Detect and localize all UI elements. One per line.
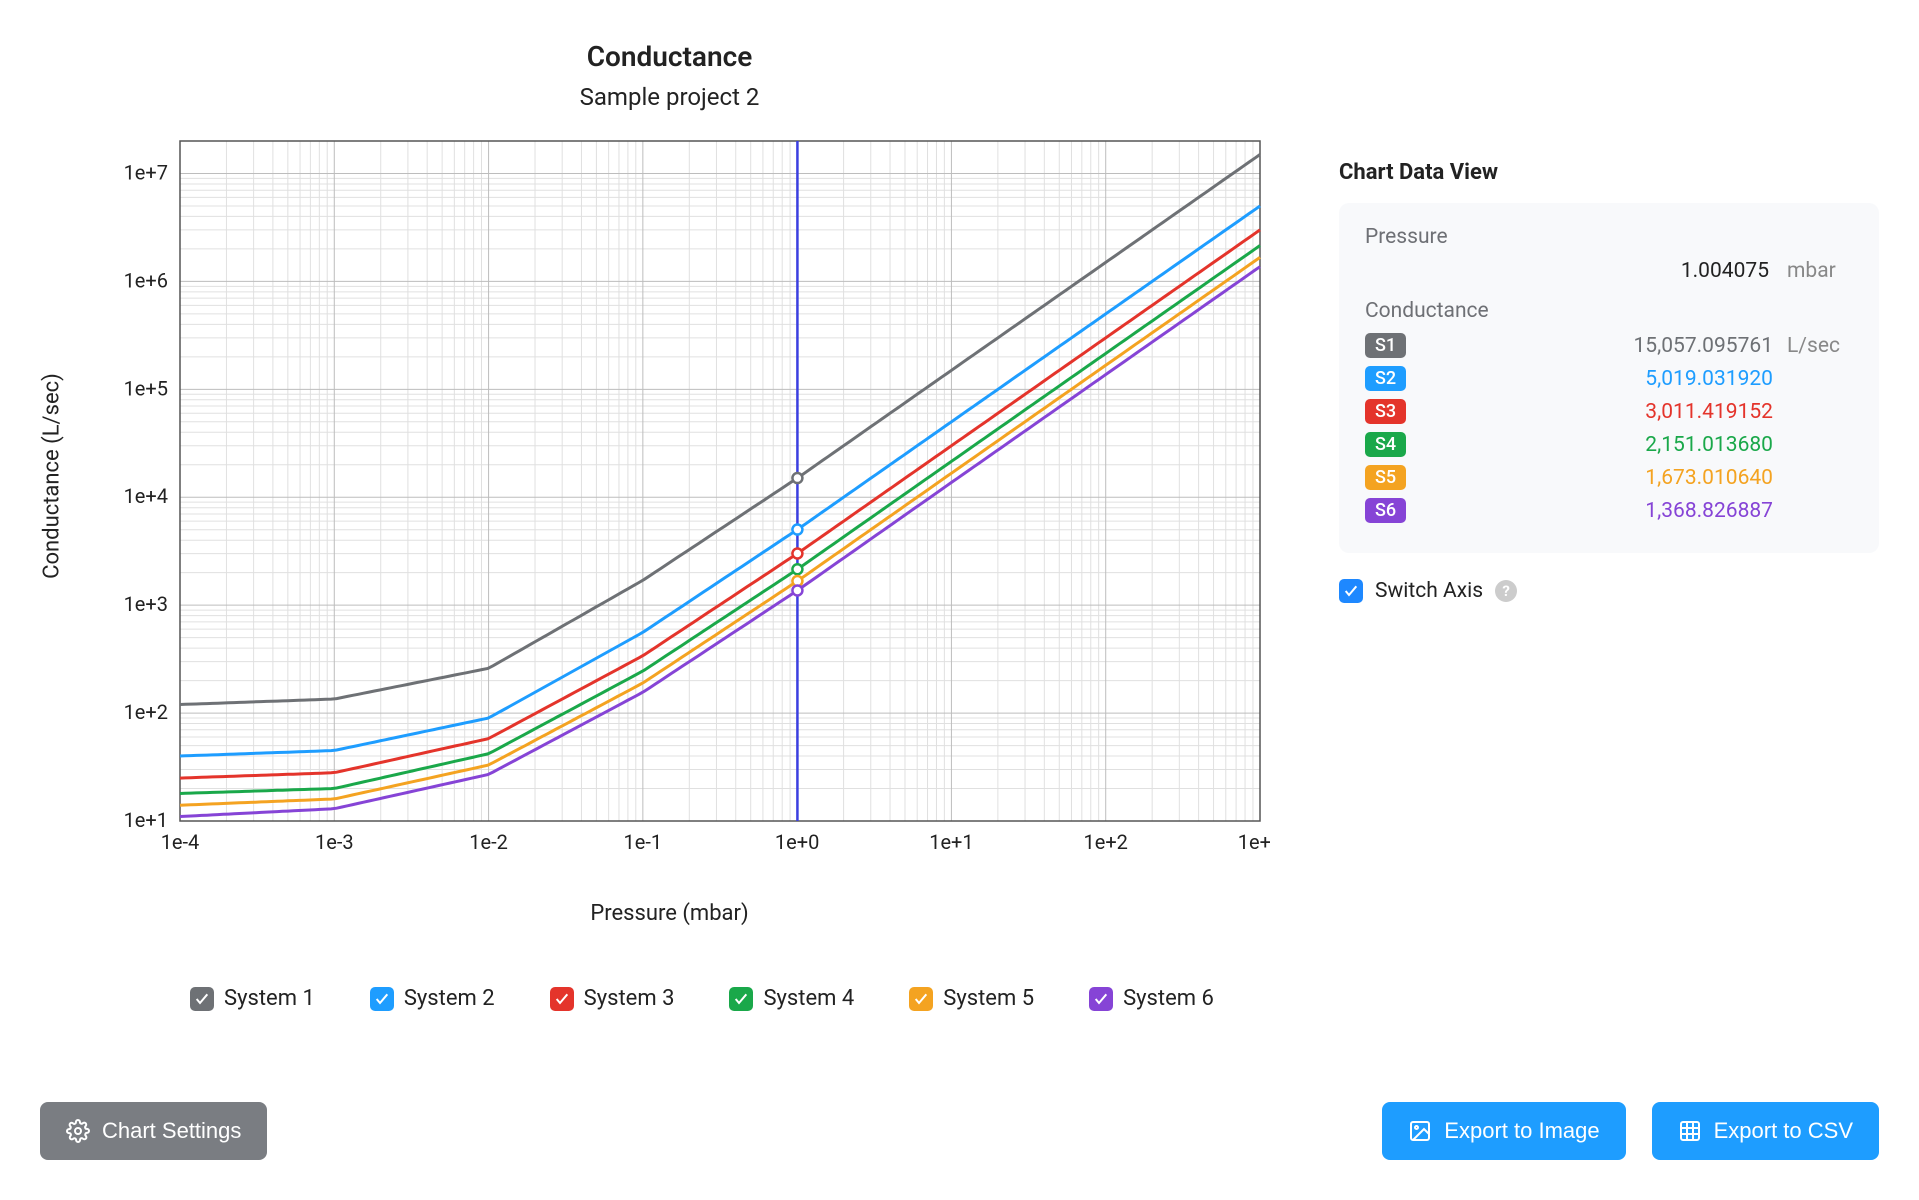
legend-item[interactable]: System 3 [550,986,675,1011]
legend-swatch [550,987,574,1011]
x-axis-label: Pressure (mbar) [40,901,1299,926]
legend-item[interactable]: System 1 [190,986,315,1011]
chart-subtitle: Sample project 2 [40,83,1299,111]
svg-text:1e+4: 1e+4 [123,484,167,508]
svg-text:1e+0: 1e+0 [774,830,818,854]
legend-item[interactable]: System 4 [729,986,854,1011]
svg-text:1e-4: 1e-4 [160,830,199,854]
export-image-label: Export to Image [1444,1118,1599,1144]
switch-axis-checkbox[interactable] [1339,579,1363,603]
series-badge: S1 [1365,333,1406,358]
legend-label: System 5 [943,986,1034,1011]
series-badge: S5 [1365,465,1406,490]
data-view-row: S5 1,673.010640 [1365,465,1853,490]
legend-label: System 4 [763,986,854,1011]
conductance-label: Conductance [1365,299,1853,323]
svg-text:1e-1: 1e-1 [623,830,662,854]
series-value: 1,368.826887 [1406,499,1787,523]
legend: System 1 System 2 System 3 System 4 System 5… [190,986,1299,1011]
pressure-value: 1.004075 [1569,259,1769,283]
export-csv-label: Export to CSV [1714,1118,1853,1144]
y-axis-label: Conductance (L/sec) [39,373,64,579]
legend-swatch [1089,987,1113,1011]
svg-text:1e+5: 1e+5 [123,376,167,400]
series-value: 15,057.095761 [1406,334,1787,358]
legend-item[interactable]: System 5 [909,986,1034,1011]
legend-swatch [370,987,394,1011]
pressure-unit: mbar [1787,259,1853,283]
legend-label: System 6 [1123,986,1214,1011]
export-image-button[interactable]: Export to Image [1382,1102,1625,1160]
series-value: 3,011.419152 [1406,400,1787,424]
series-value: 1,673.010640 [1406,466,1787,490]
switch-axis-label: Switch Axis [1375,579,1483,603]
data-view-panel: Pressure 1.004075 mbar Conductance S1 15… [1339,203,1879,553]
data-view-row: S4 2,151.013680 [1365,432,1853,457]
gear-icon [66,1119,90,1143]
chart-settings-label: Chart Settings [102,1118,241,1144]
svg-text:1e-2: 1e-2 [469,830,508,854]
svg-text:1e+1: 1e+1 [123,808,167,832]
plot-area[interactable]: Conductance (L/sec) 1e-41e-31e-21e-11e+0… [80,136,1260,816]
legend-label: System 2 [404,986,495,1011]
series-value: 2,151.013680 [1406,433,1787,457]
pressure-label: Pressure [1365,225,1853,249]
help-icon[interactable]: ? [1495,580,1517,602]
series-value: 5,019.031920 [1406,367,1787,391]
legend-label: System 3 [584,986,675,1011]
svg-text:1e+7: 1e+7 [123,160,167,184]
series-badge: S6 [1365,498,1406,523]
svg-text:1e+3: 1e+3 [123,592,167,616]
chart-settings-button[interactable]: Chart Settings [40,1102,267,1160]
legend-item[interactable]: System 2 [370,986,495,1011]
data-view-heading: Chart Data View [1339,160,1879,185]
data-view-row: S3 3,011.419152 [1365,399,1853,424]
svg-text:1e+2: 1e+2 [123,700,167,724]
legend-swatch [190,987,214,1011]
svg-text:1e+1: 1e+1 [929,830,973,854]
legend-swatch [729,987,753,1011]
legend-item[interactable]: System 6 [1089,986,1214,1011]
svg-text:1e+3: 1e+3 [1237,830,1269,854]
image-icon [1408,1119,1432,1143]
legend-swatch [909,987,933,1011]
svg-text:1e+6: 1e+6 [123,268,167,292]
series-badge: S3 [1365,399,1406,424]
series-badge: S4 [1365,432,1406,457]
data-view-row: S2 5,019.031920 [1365,366,1853,391]
svg-text:1e-3: 1e-3 [314,830,353,854]
table-icon [1678,1119,1702,1143]
export-csv-button[interactable]: Export to CSV [1652,1102,1879,1160]
series-badge: S2 [1365,366,1406,391]
data-view-row: S6 1,368.826887 [1365,498,1853,523]
series-unit: L/sec [1787,334,1853,358]
chart-title: Conductance [40,40,1299,73]
svg-text:1e+2: 1e+2 [1083,830,1127,854]
legend-label: System 1 [224,986,315,1011]
data-view-row: S1 15,057.095761 L/sec [1365,333,1853,358]
